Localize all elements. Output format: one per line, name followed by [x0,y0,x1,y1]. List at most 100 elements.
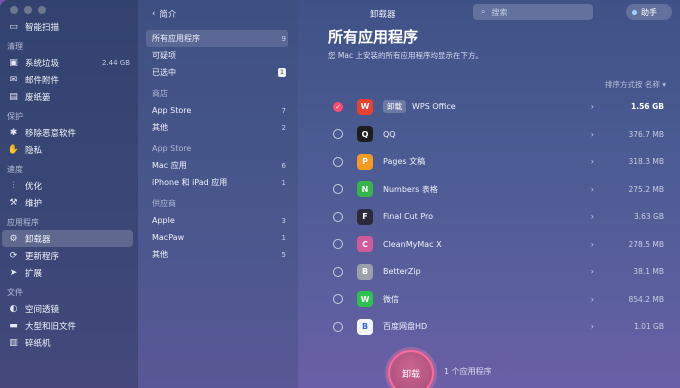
app-row[interactable]: F Final Cut Pro › 3.63 GB [328,203,666,230]
sidebar-item-mail-attachments[interactable]: ✉ 邮件附件 [0,71,138,88]
search-icon: ⌕ [481,7,486,16]
sidebar-item-updater[interactable]: ⟳ 更新程序 [0,247,138,264]
filter-label: iPhone 和 iPad 应用 [152,178,228,187]
trash-icon: ▣ [9,57,18,68]
main-panel: 卸载器 ⌕ 搜索 助手 所有应用程序 您 Mac 上安装的所有应用程序均显示在下… [298,0,680,388]
window-controls [10,6,46,14]
window-title: 卸载器 [370,10,396,20]
app-checkbox[interactable] [333,211,343,222]
app-checkbox[interactable] [333,239,343,249]
sidebar-item-uninstaller[interactable]: ⚙ 卸载器 [2,230,133,247]
zoom-window-button[interactable] [38,6,46,14]
sidebar-item-label: 大型和旧文件 [25,321,77,332]
app-row[interactable]: B BetterZip › 38.1 MB [328,258,666,285]
sidebar-item-maintenance[interactable]: ⚒ 维护 [0,194,138,211]
sidebar-item-smart-scan[interactable]: ▭ 智能扫描 [0,18,138,35]
sidebar-item-privacy[interactable]: ✋ 隐私 [0,141,138,158]
app-row[interactable]: Q QQ › 376.7 MB [328,121,666,148]
chevron-right-icon[interactable]: › [591,267,594,276]
junk-size: 2.44 GB [101,58,130,67]
app-row[interactable]: N Numbers 表格 › 275.2 MB [328,176,666,203]
app-size: 318.3 MB [628,157,664,166]
filter-vendor-apple[interactable]: Apple 3 [146,212,288,229]
filter-vendor-macpaw[interactable]: MacPaw 1 [146,229,288,246]
app-size: 38.1 MB [633,267,664,276]
filter-count: 6 [281,161,286,170]
sidebar-item-space-lens[interactable]: ◐ 空间透镜 [0,300,138,317]
filter-selected[interactable]: 已选中 1 [146,64,288,81]
mail-icon: ✉ [9,74,18,85]
page-title: 所有应用程序 [328,28,419,46]
action-dropdown[interactable]: 卸载 [383,100,406,113]
filter-group-title: 供应商 [152,199,176,208]
app-checkbox[interactable] [333,156,343,167]
sidebar-item-shredder[interactable]: ▥ 碎纸机 [0,334,138,351]
app-size: 275.2 MB [628,184,664,194]
chevron-right-icon[interactable]: › [591,240,594,249]
app-name: QQ [383,129,396,139]
app-checkbox[interactable] [333,129,343,139]
chevron-right-icon[interactable]: › [591,322,594,331]
sidebar-item-trash-bins[interactable]: ▤ 废纸篓 [0,88,138,105]
wrench-icon: ⚒ [9,197,18,208]
selected-count-badge: 1 [277,68,286,77]
chevron-right-icon[interactable]: › [591,185,594,194]
filter-ios-apps[interactable]: iPhone 和 iPad 应用 1 [146,174,288,191]
sidebar-item-system-junk[interactable]: ▣ 系统垃圾 2.44 GB [0,54,138,71]
hand-icon: ✋ [7,144,20,155]
chevron-right-icon[interactable]: › [591,212,594,221]
sidebar-item-large-old-files[interactable]: ▬ 大型和旧文件 [0,317,138,334]
filter-label: 所有应用程序 [152,34,200,43]
filter-store-app-store[interactable]: App Store 7 [146,102,288,119]
uninstaller-icon: ⚙ [9,233,18,244]
sidebar-item-malware-removal[interactable]: ✱ 移除恶意软件 [0,124,138,141]
assistant-label: 助手 [641,7,657,17]
filter-count: 2 [281,123,286,132]
search-input[interactable]: ⌕ 搜索 [473,4,593,20]
sidebar-item-label: 更新程序 [25,251,60,262]
sidebar-item-label: 维护 [25,198,43,209]
filter-list: 所有应用程序 9 可疑项 已选中 1 商店 App Store 7 其他 2 A… [146,30,288,263]
app-size: 376.7 MB [628,129,664,139]
app-checkbox[interactable] [333,321,343,332]
app-row[interactable]: C CleanMyMac X › 278.5 MB [328,231,666,258]
monitor-icon: ▭ [9,21,18,32]
chevron-right-icon[interactable]: › [591,130,594,139]
sidebar-item-extensions[interactable]: ➤ 扩展 [0,264,138,281]
sort-dropdown[interactable]: 排序方式按 名称 ▾ [605,79,666,90]
filter-store-other[interactable]: 其他 2 [146,119,288,136]
chevron-right-icon[interactable]: › [591,102,594,111]
filter-count: 7 [281,106,286,115]
close-window-button[interactable] [10,6,18,14]
filter-count: 3 [281,216,286,225]
app-row[interactable]: W 微信 › 854.2 MB [328,286,666,313]
filter-suspicious[interactable]: 可疑项 [146,47,288,64]
chevron-right-icon[interactable]: › [591,295,594,304]
app-checkbox[interactable] [333,184,343,194]
assistant-button[interactable]: 助手 [626,4,672,20]
lens-icon: ◐ [9,303,18,314]
filter-count: 1 [281,233,286,242]
app-row[interactable]: P Pages 文稿 › 318.3 MB [328,148,666,175]
app-icon: Q [357,126,373,142]
sliders-icon: ⫶ [12,180,15,191]
uninstall-button[interactable]: 卸载 [388,350,434,388]
folder-icon: ▬ [9,320,18,331]
filter-mac-apps[interactable]: Mac 应用 6 [146,157,288,174]
minimize-window-button[interactable] [24,6,32,14]
filter-vendor-other[interactable]: 其他 5 [146,246,288,263]
filter-all-apps[interactable]: 所有应用程序 9 [146,30,288,47]
filter-label: 已选中 [152,68,176,77]
app-row[interactable]: B 百度网盘HD › 1.01 GB [328,313,666,340]
app-icon: N [357,181,373,197]
back-button[interactable]: ‹ 简介 [152,8,176,20]
sidebar-item-label: 移除恶意软件 [25,128,77,139]
sidebar-item-optimization[interactable]: ⫶ 优化 [0,177,138,194]
chevron-down-icon: ▾ [662,80,666,89]
chevron-right-icon[interactable]: › [591,157,594,166]
selected-summary: 1 个应用程序 [444,367,492,376]
app-checkbox[interactable] [333,266,343,277]
app-checkbox[interactable] [333,294,343,304]
app-row[interactable]: ✓ W 卸载 WPS Office › 1.56 GB [328,93,666,120]
app-checkbox[interactable]: ✓ [333,101,343,112]
